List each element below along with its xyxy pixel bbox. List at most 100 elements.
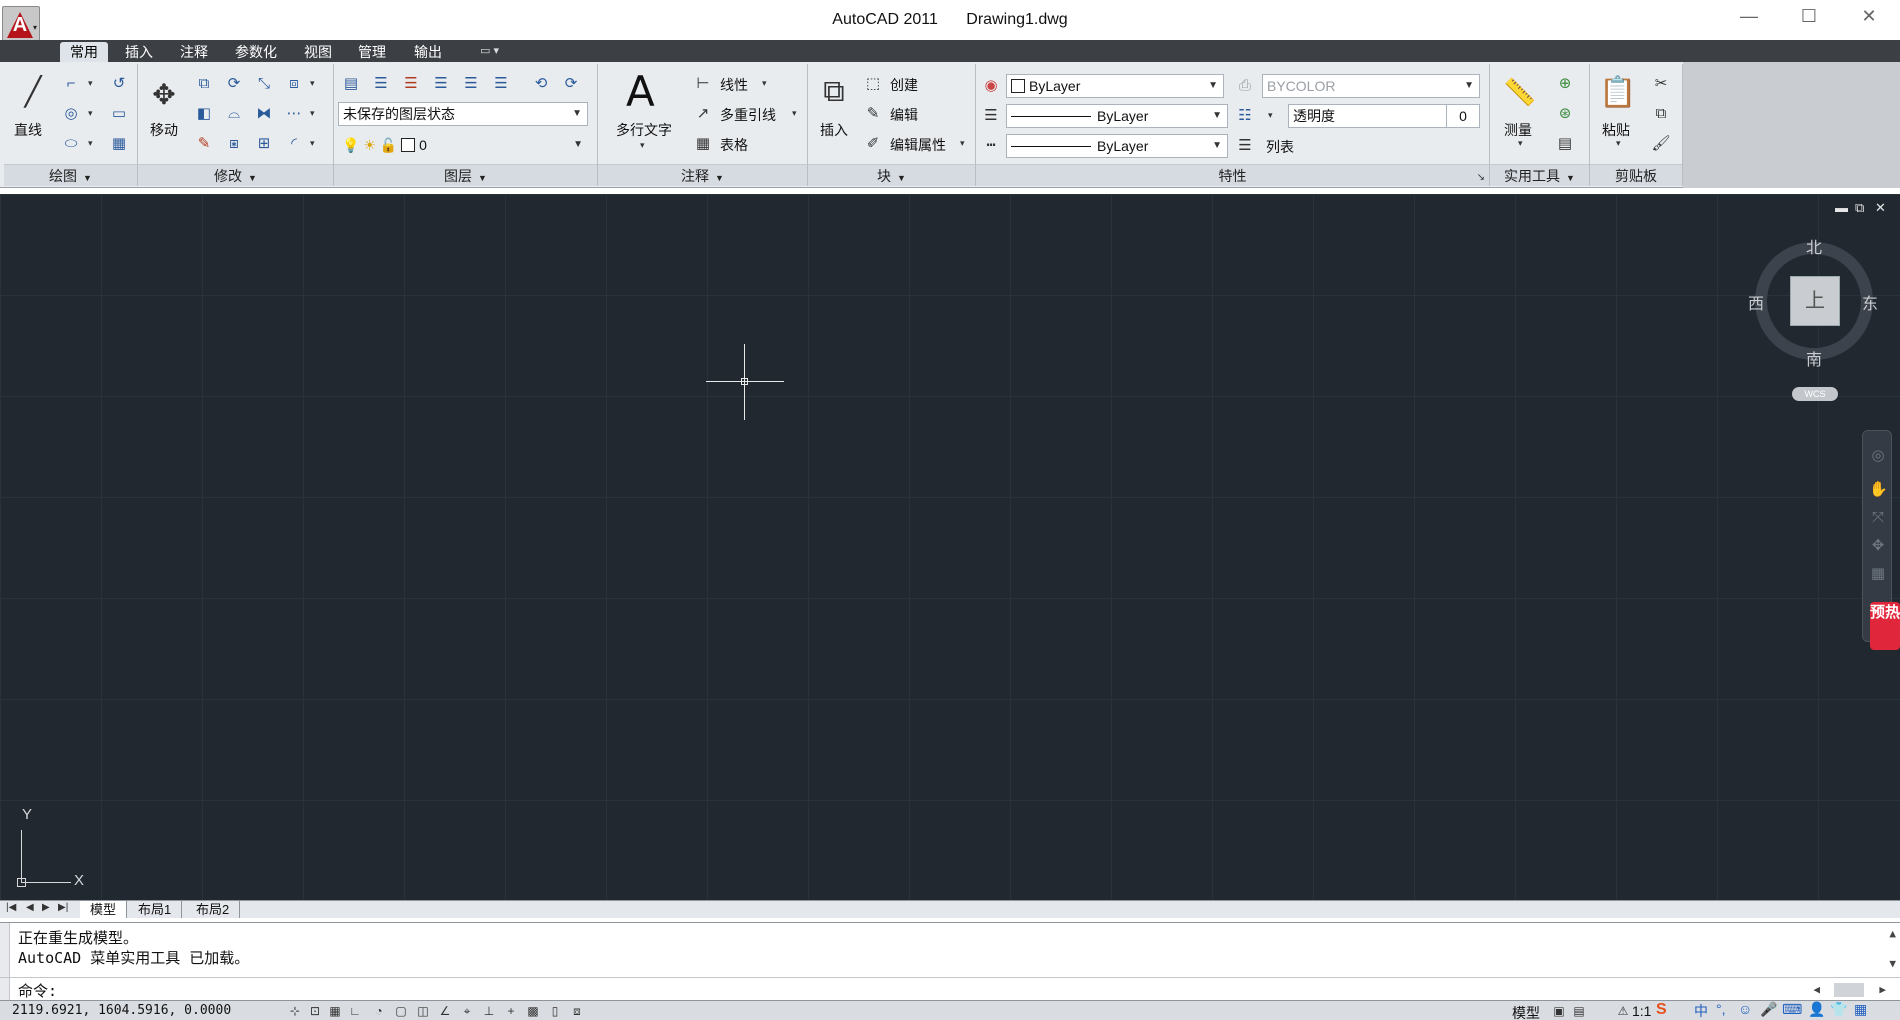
ortho-mode-icon[interactable]: ∟ [346, 1003, 364, 1019]
showmotion-icon[interactable]: ▦ [1869, 565, 1887, 583]
layer-previous-icon[interactable]: ⟳ [560, 72, 582, 94]
drawing-canvas[interactable]: ▬ ⧉ ✕ 上 北 南 西 东 WCS ◎ ✋ ⤧ ✥ ▦ 预热 Y X [0, 194, 1900, 900]
close-icon[interactable]: ✕ [1846, 6, 1892, 27]
offset-icon[interactable]: ⧆ [223, 132, 245, 154]
chevron-down-icon[interactable]: ▾ [88, 138, 93, 149]
move-icon[interactable]: ✥ [146, 76, 182, 112]
emoji-icon[interactable]: ☺ [1738, 1001, 1752, 1020]
array-icon[interactable]: ⧈ [283, 72, 305, 94]
mtext-label[interactable]: 多行文字 [616, 120, 672, 140]
chevron-down-icon[interactable]: ▾ [640, 140, 645, 151]
chevron-down-icon[interactable]: ▾ [960, 138, 965, 149]
next-tab-icon[interactable]: ▶ [42, 902, 50, 913]
ribbon-minimize-toggle-icon[interactable]: ▭ ▾ [480, 44, 499, 57]
viewport-close-icon[interactable]: ✕ [1875, 200, 1886, 216]
user-icon[interactable]: 👤 [1808, 1001, 1825, 1020]
chevron-down-icon[interactable]: ▾ [88, 78, 93, 89]
layer-isolate-icon[interactable]: ☰ [400, 72, 422, 94]
edit-attributes-label[interactable]: 编辑属性 [890, 135, 946, 155]
tab-parametric[interactable]: 参数化 [225, 42, 287, 62]
last-tab-icon[interactable]: ▶| [58, 902, 68, 913]
line-label[interactable]: 直线 [14, 120, 42, 140]
move-label[interactable]: 移动 [150, 120, 178, 140]
ellipse-icon[interactable]: ⬭ [60, 132, 82, 154]
snap-mode-icon[interactable]: ⊡ [306, 1003, 324, 1019]
tab-insert[interactable]: 插入 [115, 42, 163, 62]
tab-annotate[interactable]: 注释 [170, 42, 218, 62]
command-window-grip[interactable] [0, 923, 10, 1001]
viewcube-south[interactable]: 南 [1806, 346, 1822, 370]
insert-label[interactable]: 插入 [820, 120, 848, 140]
microphone-icon[interactable]: 🎤 [1760, 1001, 1777, 1020]
orbit-icon[interactable]: ✥ [1869, 537, 1887, 555]
chevron-down-icon[interactable]: ▾ [762, 78, 767, 89]
linetype-icon[interactable]: ┅ [980, 134, 1002, 156]
dynamic-input-icon[interactable]: ⊥ [480, 1003, 498, 1019]
promo-badge[interactable]: 预热 [1870, 602, 1900, 650]
layer-dropdown[interactable]: 💡 ☀ 🔓 0 ▼ [338, 134, 588, 158]
viewport-minimize-icon[interactable]: ▬ [1835, 200, 1848, 215]
maximize-icon[interactable]: ☐ [1786, 6, 1832, 27]
linear-label[interactable]: 线性 [720, 75, 748, 95]
multileader-label[interactable]: 多重引线 [720, 105, 776, 125]
keyboard-icon[interactable]: ⌨ [1782, 1001, 1802, 1020]
table-label[interactable]: 表格 [720, 135, 748, 155]
stretch-icon[interactable]: ◧ [193, 102, 215, 124]
mirror-icon[interactable]: ⧓ [253, 102, 275, 124]
scale-icon[interactable]: ⤡ [253, 72, 275, 94]
annotation-panel-title[interactable]: 注释 ▼ [598, 164, 807, 186]
chevron-down-icon[interactable]: ▾ [1518, 138, 1523, 149]
tab-manage[interactable]: 管理 [348, 42, 396, 62]
copy-clip-icon[interactable]: ⧉ [1650, 102, 1672, 124]
tab-layout1[interactable]: 布局1 [128, 901, 183, 918]
polar-tracking-icon[interactable]: ◔ [370, 1003, 388, 1019]
viewcube-north[interactable]: 北 [1806, 234, 1822, 258]
chevron-down-icon[interactable]: ▾ [310, 138, 315, 149]
tab-model[interactable]: 模型 [80, 901, 128, 918]
edit-block-icon[interactable]: ✎ [862, 102, 884, 124]
rotate-icon[interactable]: ⟳ [223, 72, 245, 94]
utilities-panel-title[interactable]: 实用工具 ▼ [1490, 164, 1589, 186]
dynamic-ucs-icon[interactable]: ⌖ [458, 1003, 476, 1019]
scroll-down-icon[interactable]: ▼ [1889, 957, 1896, 970]
transparency-toggle-icon[interactable]: ▩ [524, 1003, 542, 1019]
layer-state-dropdown[interactable]: 未保存的图层状态 ▼ [338, 102, 588, 126]
edit-attributes-icon[interactable]: ✐ [862, 132, 884, 154]
rectangle-icon[interactable]: ▭ [108, 102, 130, 124]
calculator-icon[interactable]: ▤ [1554, 132, 1576, 154]
zoom-icon[interactable]: ⤧ [1869, 509, 1887, 527]
select-similar-icon[interactable]: ⊛ [1554, 102, 1576, 124]
quick-view-drawings-icon[interactable]: ▤ [1570, 1003, 1588, 1019]
toolbox-icon[interactable]: ▦ [1854, 1001, 1867, 1020]
break-icon[interactable]: ⋯ [283, 102, 305, 124]
rectangular-array-icon[interactable]: ⊞ [253, 132, 275, 154]
viewport-restore-icon[interactable]: ⧉ [1855, 200, 1864, 216]
viewcube-top-face[interactable]: 上 [1790, 276, 1840, 326]
measure-label[interactable]: 测量 [1504, 120, 1532, 140]
layers-panel-title[interactable]: 图层 ▼ [334, 164, 597, 186]
linear-dimension-icon[interactable]: ⊢ [692, 72, 714, 94]
first-tab-icon[interactable]: |◀ [6, 902, 16, 913]
trim-icon[interactable]: ⌓ [223, 102, 245, 124]
layer-properties-icon[interactable]: ▤ [340, 72, 362, 94]
lineweight-toggle-icon[interactable]: + [502, 1003, 520, 1019]
linetype-dropdown[interactable]: ByLayer ▼ [1006, 134, 1228, 158]
annotation-scale-icon[interactable]: ⚠ [1614, 1003, 1632, 1019]
chevron-down-icon[interactable]: ▾ [1616, 138, 1621, 149]
quick-properties-icon[interactable]: ▯ [546, 1003, 564, 1019]
panel-launcher-icon[interactable]: ↘ [1477, 172, 1485, 183]
multileader-icon[interactable]: ↗ [692, 102, 714, 124]
color-wheel-icon[interactable]: ◉ [980, 74, 1002, 96]
viewcube-west[interactable]: 西 [1748, 290, 1764, 314]
paste-label[interactable]: 粘贴 [1602, 120, 1630, 140]
layer-off-icon[interactable]: ☰ [490, 72, 512, 94]
modify-panel-title[interactable]: 修改 ▼ [138, 164, 333, 186]
tab-output[interactable]: 输出 [404, 42, 452, 62]
list-icon[interactable]: ☰ [1234, 134, 1256, 156]
pan-icon[interactable]: ✋ [1869, 481, 1888, 499]
edit-label[interactable]: 编辑 [890, 105, 918, 125]
polyline-icon[interactable]: ⌐ [60, 72, 82, 94]
steering-wheel-icon[interactable]: ◎ [1869, 447, 1887, 465]
transparency-icon[interactable]: ☷ [1234, 104, 1256, 126]
model-space-toggle[interactable]: 模型 [1512, 1003, 1540, 1020]
